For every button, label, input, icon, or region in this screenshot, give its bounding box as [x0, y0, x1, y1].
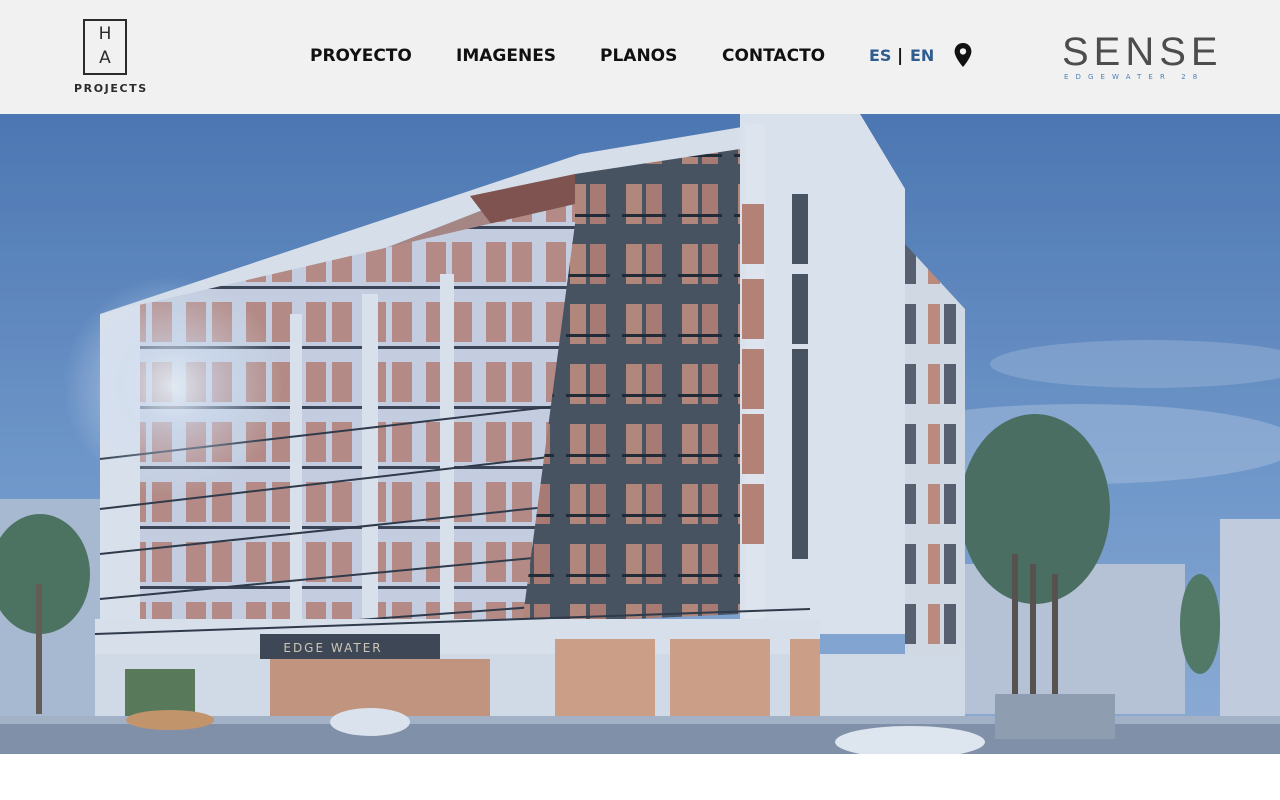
building-rendering-image: EDGE WATER — [0, 114, 1280, 754]
lang-es[interactable]: ES — [869, 45, 891, 67]
nav-contacto[interactable]: CONTACTO — [722, 45, 825, 67]
nav-planos[interactable]: PLANOS — [600, 45, 677, 67]
ha-logo-projects: PROJECTS — [74, 82, 148, 95]
ha-logo-box: H A — [83, 19, 127, 75]
ha-logo-letter-a: A — [99, 48, 111, 68]
sense-logo-sub: EDGEWATER 28 — [1064, 73, 1205, 81]
sense-edgewater-logo[interactable]: SENSE EDGEWATER 28 — [1062, 30, 1223, 84]
map-pin-icon[interactable] — [954, 43, 972, 67]
sense-logo-word: SENSE — [1062, 30, 1223, 74]
nav-imagenes[interactable]: IMAGENES — [456, 45, 556, 67]
lang-separator: | — [897, 46, 904, 66]
ha-projects-logo[interactable]: H A PROJECTS — [74, 19, 148, 97]
site-header: H A PROJECTS PROYECTO IMAGENES PLANOS CO… — [0, 0, 1280, 114]
hero-rendering: EDGE WATER — [0, 114, 1280, 754]
lang-en[interactable]: EN — [910, 45, 934, 67]
nav-proyecto[interactable]: PROYECTO — [310, 45, 412, 67]
ha-logo-letter-h: H — [98, 24, 112, 44]
